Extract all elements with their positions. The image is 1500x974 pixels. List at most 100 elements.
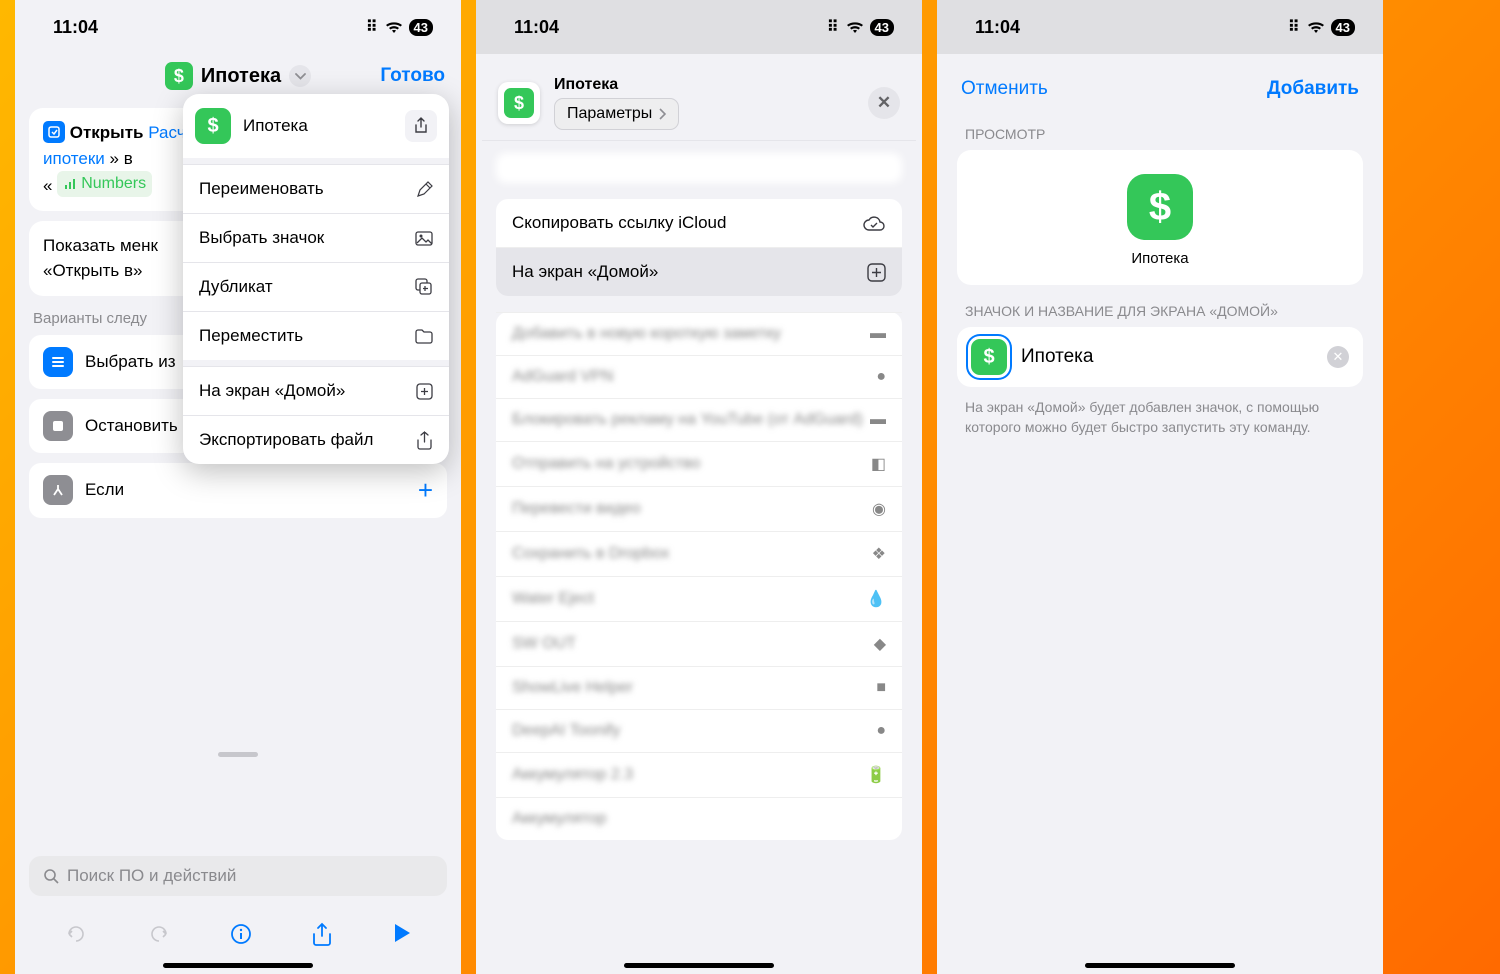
dollar-icon: $: [195, 108, 231, 144]
sheet-navbar: Отменить Добавить: [943, 62, 1377, 108]
txt: Переместить: [199, 326, 303, 346]
screenshot-1: 11:04 ⠿ 43 $ Ипотека Готово Открыть Расч…: [15, 0, 461, 974]
txt: На экран «Домой»: [512, 262, 658, 282]
menu-rename[interactable]: Переименовать: [183, 164, 449, 213]
dollar-icon: $: [1127, 174, 1193, 240]
note-icon: ▬: [870, 325, 886, 343]
home-indicator[interactable]: [163, 963, 313, 968]
status-icons: ⠿ 43: [1288, 17, 1355, 37]
txt: «: [43, 176, 52, 195]
open-icon: [43, 121, 65, 143]
export-icon: [416, 431, 433, 450]
drop-icon: 💧: [866, 589, 886, 609]
editor-header: $ Ипотека Готово: [15, 54, 461, 98]
txt: Выбрать значок: [199, 228, 324, 248]
image-icon: [415, 231, 433, 246]
close-button[interactable]: ✕: [868, 87, 900, 119]
status-icons: ⠿ 43: [366, 17, 433, 37]
suggestion-if[interactable]: Если +: [29, 463, 447, 518]
txt: Экспортировать файл: [199, 430, 373, 450]
txt: Перевести видео: [512, 500, 641, 518]
name-input[interactable]: [1021, 346, 1313, 368]
share-button[interactable]: [311, 922, 333, 948]
bottom-toolbar: [15, 912, 461, 958]
app-icon-frame: $: [498, 82, 540, 124]
redo-button[interactable]: [147, 922, 171, 948]
txt: Сохранить в Dropbox: [512, 545, 669, 563]
title-text: Ипотека: [201, 65, 281, 88]
time: 11:04: [53, 17, 98, 38]
txt: Скопировать ссылку iCloud: [512, 213, 726, 233]
txt: ShowLive Helper: [512, 679, 633, 697]
menu-icon: [43, 347, 73, 377]
folder-icon: [415, 329, 433, 344]
add-to-home-sheet: Отменить Добавить ПРОСМОТР $ Ипотека ЗНА…: [943, 62, 1377, 974]
menu-choose-icon[interactable]: Выбрать значок: [183, 213, 449, 262]
home-indicator[interactable]: [624, 963, 774, 968]
share-sheet: $ Ипотека Параметры ✕ Скопировать ссылку…: [482, 62, 916, 974]
cellular-icon: ⠿: [366, 17, 379, 37]
txt: На экран «Домой»: [199, 381, 345, 401]
txt: Water Eject: [512, 590, 594, 608]
menu-move[interactable]: Переместить: [183, 311, 449, 360]
app-icon: ●: [876, 722, 886, 740]
chevron-down-icon[interactable]: [289, 65, 311, 87]
clear-button[interactable]: ✕: [1327, 346, 1349, 368]
time: 11:04: [514, 17, 559, 38]
icon-picker[interactable]: $: [971, 339, 1007, 375]
app-icon: ■: [876, 679, 886, 697]
txt: «Открыть в»: [43, 261, 142, 280]
txt: в: [124, 149, 133, 168]
share-button[interactable]: [405, 110, 437, 142]
txt: Если: [85, 480, 124, 500]
sheet-title: Ипотека: [554, 76, 679, 94]
section-preview: ПРОСМОТР: [965, 126, 1355, 142]
txt: Параметры: [567, 105, 652, 123]
txt: Блокировать рекламу на YouTube (от AdGua…: [512, 411, 863, 429]
txt: Переименовать: [199, 179, 324, 199]
status-icons: ⠿ 43: [827, 17, 894, 37]
shortcut-title[interactable]: $ Ипотека: [165, 62, 311, 90]
txt: »: [110, 149, 124, 168]
play-button[interactable]: [392, 922, 412, 948]
add-home-icon: [867, 263, 886, 282]
txt: Дубликат: [199, 277, 273, 297]
battery-icon: 43: [870, 19, 894, 36]
actions-block: Скопировать ссылку iCloud На экран «Домо…: [496, 199, 902, 296]
app-icon: ▬: [870, 411, 886, 429]
status-bar: 11:04 ⠿ 43: [15, 0, 461, 54]
add-home-icon: [416, 383, 433, 400]
done-button[interactable]: Готово: [380, 65, 445, 87]
pencil-icon: [416, 181, 433, 198]
params-button[interactable]: Параметры: [554, 98, 679, 130]
plus-icon[interactable]: +: [418, 475, 433, 506]
txt: Открыть: [70, 123, 144, 142]
wifi-icon: [385, 20, 403, 34]
duplicate-icon: [415, 278, 433, 296]
txt: AdGuard VPN: [512, 368, 613, 386]
txt: SW OUT: [512, 635, 576, 653]
info-button[interactable]: [229, 922, 253, 948]
blurred-shortcuts-list: Добавить в новую короткую заметку▬ AdGua…: [496, 312, 902, 840]
add-to-home-screen[interactable]: На экран «Домой»: [496, 247, 902, 296]
sheet-header: $ Ипотека Параметры ✕: [482, 62, 916, 141]
home-indicator[interactable]: [1085, 963, 1235, 968]
undo-button[interactable]: [64, 922, 88, 948]
txt: Ипотека: [243, 116, 308, 136]
icloud-icon: [862, 214, 886, 232]
dollar-icon: $: [165, 62, 193, 90]
txt: Numbers: [81, 172, 146, 196]
battery-icon: 🔋: [866, 765, 886, 785]
search-field[interactable]: Поиск ПО и действий: [29, 856, 447, 896]
grabber[interactable]: [218, 752, 258, 757]
copy-icloud-link[interactable]: Скопировать ссылку iCloud: [496, 199, 902, 247]
txt: Остановить: [85, 416, 178, 436]
menu-export[interactable]: Экспортировать файл: [183, 415, 449, 464]
menu-duplicate[interactable]: Дубликат: [183, 262, 449, 311]
dollar-icon: $: [504, 88, 534, 118]
menu-add-to-home[interactable]: На экран «Домой»: [183, 366, 449, 415]
cancel-button[interactable]: Отменить: [961, 78, 1048, 100]
app-icon: ❖: [872, 544, 886, 564]
add-button[interactable]: Добавить: [1267, 78, 1359, 100]
time: 11:04: [975, 17, 1020, 38]
